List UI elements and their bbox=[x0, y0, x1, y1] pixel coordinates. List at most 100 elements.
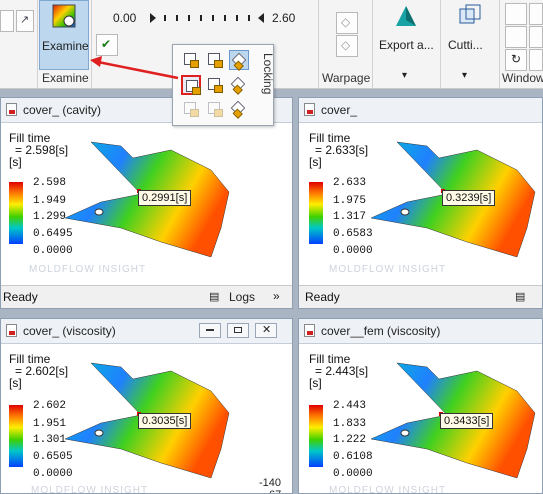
result-pane-fem-viscosity[interactable]: cover__fem (viscosity) Fill time = 2.443… bbox=[298, 318, 543, 494]
status-text: Ready bbox=[305, 290, 340, 304]
status-bar: Ready ▤ Logs » bbox=[1, 285, 292, 308]
color-legend-bar bbox=[309, 182, 323, 244]
legend-value: 2.633 bbox=[333, 177, 367, 189]
warpage-button-2[interactable]: ◇ bbox=[336, 35, 358, 57]
logs-button[interactable]: Logs bbox=[229, 290, 255, 304]
lock-diamond-icon bbox=[230, 76, 246, 92]
logs-icon[interactable]: ▤ bbox=[515, 290, 525, 303]
lock-diamond-icon bbox=[231, 52, 247, 68]
highlight-arrow bbox=[90, 56, 179, 80]
examine-group-label: Examine bbox=[42, 71, 89, 85]
lock-button-9[interactable] bbox=[229, 99, 249, 119]
export-label: Export a... bbox=[379, 38, 434, 52]
examine-icon bbox=[52, 4, 76, 28]
plot-unit: [s] bbox=[309, 376, 322, 390]
plot-unit: [s] bbox=[9, 376, 22, 390]
watermark: MOLDFLOW INSIGHT bbox=[31, 485, 149, 494]
warpage-group-label: Warpage bbox=[322, 71, 371, 85]
legend-value: 1.317 bbox=[333, 211, 367, 223]
chevron-down-icon: ▾ bbox=[402, 70, 408, 81]
plot-value: = 2.443[s] bbox=[315, 364, 369, 378]
legend-value: 2.443 bbox=[333, 400, 367, 412]
warpage-button-1[interactable]: ◇ bbox=[336, 12, 358, 34]
lock-button-1[interactable] bbox=[181, 50, 201, 70]
lock-button-7[interactable] bbox=[181, 99, 201, 119]
lock-icon bbox=[184, 102, 199, 117]
lock-button-5[interactable] bbox=[205, 75, 225, 95]
slider-min-value: 0.00 bbox=[113, 11, 137, 25]
lock-icon bbox=[184, 53, 199, 68]
window-refresh-button[interactable]: ↻ bbox=[505, 49, 527, 71]
lock-animation-button[interactable] bbox=[181, 75, 201, 95]
document-icon bbox=[6, 103, 17, 116]
lock-button-6[interactable] bbox=[229, 75, 249, 95]
cutting-plane-button[interactable]: Cutti... ▾ bbox=[444, 0, 494, 86]
plot-unit: [s] bbox=[9, 155, 22, 169]
locking-popup: Locking bbox=[172, 44, 275, 126]
examine-label: Examine bbox=[42, 39, 89, 53]
axis-readout: 67 bbox=[269, 489, 281, 493]
legend-value: 1.975 bbox=[333, 195, 367, 207]
cutting-label: Cutti... bbox=[448, 38, 483, 52]
export-button[interactable]: Export a... ▾ bbox=[376, 0, 438, 86]
plot-value: = 2.633[s] bbox=[315, 143, 369, 157]
color-legend-bar bbox=[309, 405, 323, 467]
result-pane-cavity[interactable]: cover_ (cavity) Fill time = 2.598[s] [s]… bbox=[0, 97, 293, 309]
ribbon-left-button-1[interactable] bbox=[0, 10, 14, 32]
document-icon bbox=[304, 103, 315, 116]
window-tile-button[interactable] bbox=[505, 3, 527, 25]
plot-unit: [s] bbox=[309, 155, 322, 169]
status-bar: Ready ▤ bbox=[299, 285, 542, 308]
window-layout-button[interactable] bbox=[529, 3, 543, 25]
probe-label: 0.3239[s] bbox=[442, 190, 496, 206]
pane-titlebar[interactable]: cover_ bbox=[299, 98, 542, 123]
lock-icon bbox=[208, 78, 223, 93]
pane-title: cover__fem (viscosity) bbox=[321, 324, 441, 338]
lock-button-2[interactable] bbox=[205, 50, 225, 70]
export-3d-icon bbox=[396, 6, 416, 26]
logs-icon: ▤ bbox=[209, 291, 220, 303]
legend-value: 1.833 bbox=[333, 418, 367, 430]
watermark: MOLDFLOW INSIGHT bbox=[329, 264, 447, 275]
probe-label: 0.2991[s] bbox=[138, 190, 192, 206]
minimize-button[interactable] bbox=[199, 323, 221, 338]
window-grid-button-2[interactable] bbox=[529, 26, 543, 48]
status-text: Ready bbox=[3, 290, 38, 304]
color-legend-bar bbox=[9, 182, 23, 244]
watermark: MOLDFLOW INSIGHT bbox=[329, 485, 447, 494]
window-group-label: Window bbox=[502, 71, 543, 85]
ribbon-left-button-2[interactable]: ↗ bbox=[16, 10, 34, 32]
probe-label: 0.3433[s] bbox=[440, 413, 494, 429]
maximize-button[interactable] bbox=[227, 323, 249, 338]
lock-diamond-icon bbox=[230, 100, 246, 116]
color-legend-bar bbox=[9, 405, 23, 467]
pane-titlebar[interactable]: cover_ (viscosity) ✕ bbox=[1, 319, 292, 344]
window-grid-button[interactable] bbox=[505, 26, 527, 48]
pane-title: cover_ (cavity) bbox=[23, 103, 102, 117]
lock-animation-icon bbox=[186, 80, 201, 95]
slider-max-value: 2.60 bbox=[272, 11, 296, 25]
result-pane-viscosity[interactable]: cover_ (viscosity) ✕ Fill time = 2.602[s… bbox=[0, 318, 293, 494]
time-slider[interactable] bbox=[150, 10, 265, 26]
arrow-icon: ↗ bbox=[20, 14, 30, 26]
cutting-plane-icon bbox=[459, 4, 481, 24]
diamond-icon: ◇ bbox=[341, 15, 351, 29]
examine-button[interactable]: Examine bbox=[39, 0, 89, 70]
lock-button-8[interactable] bbox=[205, 99, 225, 119]
legend-value: 1.222 bbox=[333, 434, 367, 446]
lock-button-3[interactable] bbox=[229, 50, 249, 70]
refresh-icon: ↻ bbox=[511, 52, 522, 66]
diamond-icon: ◇ bbox=[341, 38, 351, 52]
pane-title: cover_ bbox=[321, 103, 358, 117]
close-button[interactable]: ✕ bbox=[255, 323, 277, 338]
probe-label: 0.3035[s] bbox=[138, 413, 192, 429]
axis-readout: -140 bbox=[259, 477, 282, 489]
status-more-button[interactable]: » bbox=[273, 289, 280, 303]
window-button-6[interactable] bbox=[529, 49, 543, 71]
chevron-down-icon: ▾ bbox=[462, 70, 468, 81]
result-pane-cover[interactable]: cover_ Fill time = 2.633[s] [s] 2.633 1.… bbox=[298, 97, 543, 309]
locking-label: Locking bbox=[261, 53, 275, 95]
pane-title: cover_ (viscosity) bbox=[23, 324, 116, 338]
lock-icon bbox=[208, 53, 223, 68]
pane-titlebar[interactable]: cover__fem (viscosity) bbox=[299, 319, 542, 344]
